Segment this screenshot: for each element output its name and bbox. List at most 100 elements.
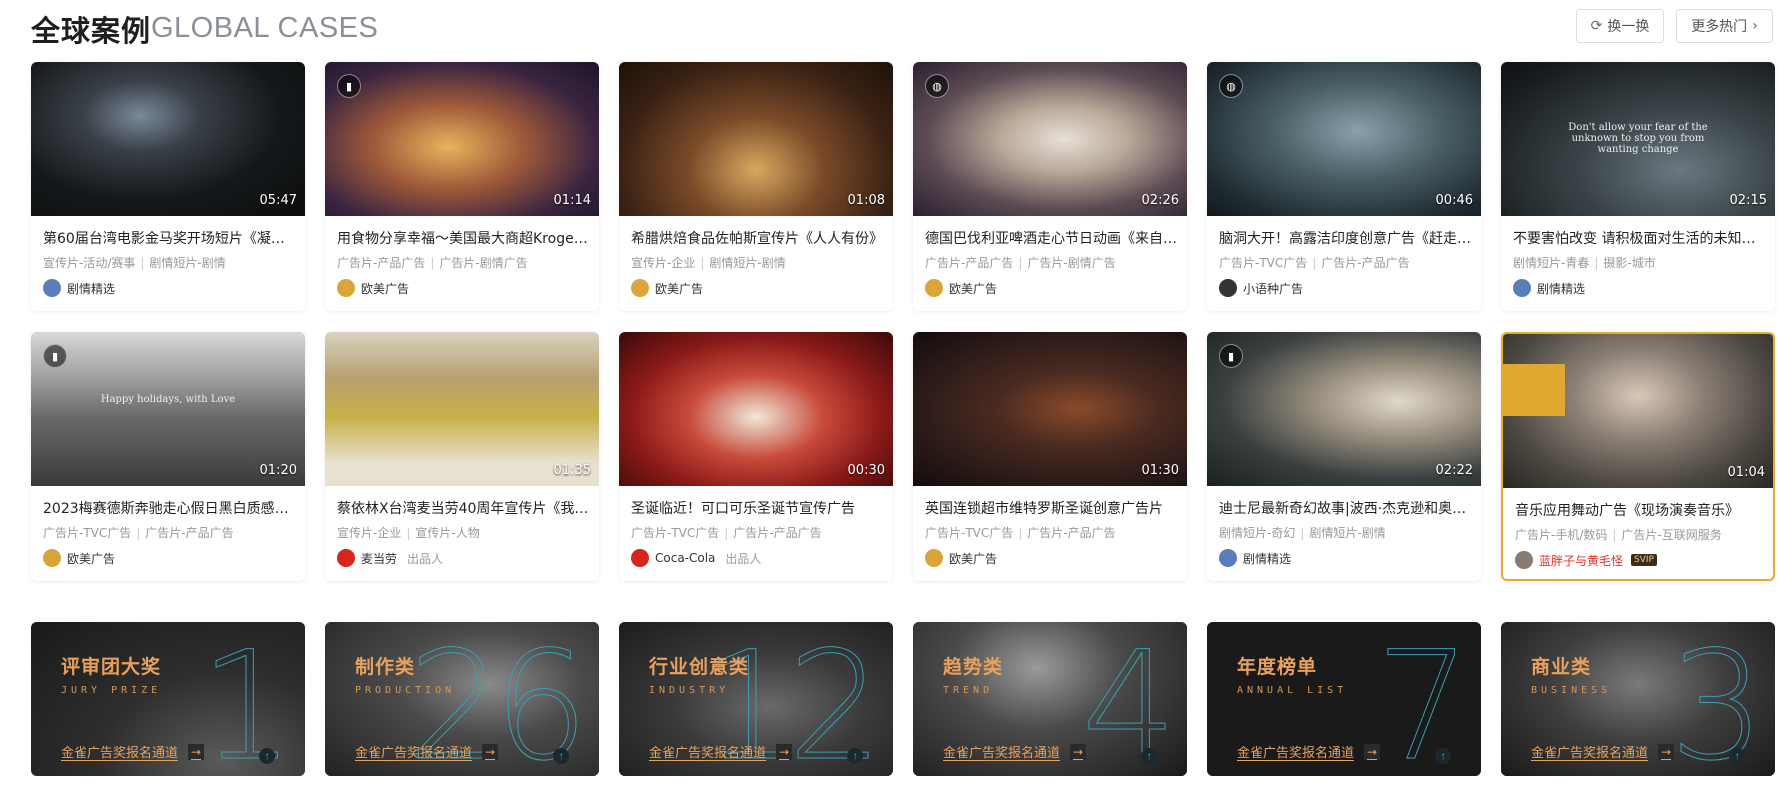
case-author[interactable]: 剧情精选 [1219,548,1291,568]
case-author[interactable]: 欧美广告 [925,278,997,298]
case-title[interactable]: 迪士尼最新奇幻故事|波西·杰克逊和奥林匹亚众神 [1219,498,1471,518]
tag[interactable]: 广告片-剧情广告 [439,256,527,270]
case-author[interactable]: 剧情精选 [43,278,115,298]
arrow-up-icon[interactable]: ↑ [1435,748,1451,764]
tag[interactable]: 剧情短片-剧情 [149,256,225,270]
case-card[interactable]: ▮ Happy holidays, with Love 01:20 2023梅赛… [31,332,305,581]
award-signup-link[interactable]: 金雀广告奖报名通道 → [61,742,205,761]
case-author[interactable]: 欧美广告 [43,548,115,568]
tag[interactable]: 宣传片-企业 [337,526,401,540]
tag[interactable]: 剧情短片-剧情 [709,256,785,270]
arrow-up-icon[interactable]: ↑ [847,748,863,764]
tag[interactable]: 广告片-手机/数码 [1515,528,1607,542]
case-thumbnail[interactable]: ▮ 02:22 [1207,332,1481,486]
case-author[interactable]: 麦当劳 出品人 [337,548,443,568]
case-author[interactable]: 蓝胖子与黄毛怪 SVIP [1515,550,1657,570]
award-card-industry[interactable]: 12 行业创意类 INDUSTRY 金雀广告奖报名通道 → ↑ [619,622,893,776]
arrow-up-icon[interactable]: ↑ [259,748,275,764]
award-signup-link[interactable]: 金雀广告奖报名通道 → [943,742,1087,761]
case-thumbnail[interactable]: ◍ 02:26 [913,62,1187,216]
tag[interactable]: 广告片-互联网服务 [1621,528,1721,542]
case-author[interactable]: Coca-Cola 出品人 [631,548,761,568]
case-thumbnail[interactable]: ◍ 00:46 [1207,62,1481,216]
case-card[interactable]: 01:30 英国连锁超市维特罗斯圣诞创意广告片 广告片-TVC广告 | 广告片-产品… [913,332,1187,581]
case-title[interactable]: 第60届台湾电影金马奖开场短片《凝望光的人》 [43,228,295,248]
case-card[interactable]: Don't allow your fear of the unknown to … [1501,62,1775,311]
case-title[interactable]: 圣诞临近！可口可乐圣诞节宣传广告 [631,498,883,518]
swap-button[interactable]: ⟳ 换一换 [1576,9,1664,43]
award-signup-link[interactable]: 金雀广告奖报名通道 → [355,742,499,761]
case-thumbnail[interactable]: ▮ 01:14 [325,62,599,216]
case-card[interactable]: ▮ 02:22 迪士尼最新奇幻故事|波西·杰克逊和奥林匹亚众神 剧情短片-奇幻|… [1207,332,1481,581]
case-card[interactable]: 01:04 音乐应用舞动广告《现场演奏音乐》 广告片-手机/数码 | 广告片-互联网… [1501,332,1775,581]
case-card[interactable]: 00:30 圣诞临近！可口可乐圣诞节宣传广告 广告片-TVC广告 | 广告片-产品广… [619,332,893,581]
award-signup-link[interactable]: 金雀广告奖报名通道 → [1237,742,1381,761]
tag[interactable]: 宣传片-人物 [415,526,479,540]
case-title[interactable]: 2023梅赛德斯奔驰走心假日黑白质感广告片 [43,498,295,518]
case-title[interactable]: 希腊烘焙食品佐帕斯宣传片《人人有份》 [631,228,883,248]
case-thumbnail[interactable]: 00:30 [619,332,893,486]
case-card[interactable]: 01:35 蔡依林X台湾麦当劳40周年宣传片《我们的麦当劳》 宣传片-企业|宣传… [325,332,599,581]
case-tags: 宣传片-企业 | 剧情短片-剧情 [631,256,786,270]
case-title[interactable]: 脑洞大开！高露洁印度创意广告《赶走噩梦》 [1219,228,1471,248]
tag[interactable]: 摄影-城市 [1603,256,1655,270]
tag[interactable]: 广告片-产品广告 [1321,256,1409,270]
case-card[interactable]: ◍ 00:46 脑洞大开！高露洁印度创意广告《赶走噩梦》 广告片-TVC广告 | 广… [1207,62,1481,311]
case-card[interactable]: ▮ 01:14 用食物分享幸福～美国最大商超Kroger圣诞广告 广告片-产品广… [325,62,599,311]
tag[interactable]: 广告片-产品广告 [145,526,233,540]
case-card[interactable]: 05:47 第60届台湾电影金马奖开场短片《凝望光的人》 宣传片-活动/赛事|剧… [31,62,305,311]
tag[interactable]: 广告片-TVC广告 [925,526,1013,540]
award-card-trend[interactable]: 4 趋势类 TREND 金雀广告奖报名通道 → ↑ [913,622,1187,776]
case-title[interactable]: 用食物分享幸福～美国最大商超Kroger圣诞广告 [337,228,589,248]
tag[interactable]: 广告片-产品广告 [1027,526,1115,540]
bookmark-icon[interactable]: ▮ [337,74,361,98]
case-thumbnail[interactable]: 01:04 [1503,334,1773,488]
author-name: 剧情精选 [1243,551,1292,566]
case-card[interactable]: 01:08 希腊烘焙食品佐帕斯宣传片《人人有份》 宣传片-企业 | 剧情短片-剧情 … [619,62,893,311]
tag[interactable]: 广告片-产品广告 [925,256,1013,270]
tag[interactable]: 剧情短片-青春 [1513,256,1589,270]
case-title[interactable]: 英国连锁超市维特罗斯圣诞创意广告片 [925,498,1177,518]
bookmark-icon[interactable]: ▮ [43,344,67,368]
arrow-up-icon[interactable]: ↑ [1729,748,1745,764]
tag[interactable]: 剧情短片-剧情 [1309,526,1385,540]
arrow-up-icon[interactable]: ↑ [1141,748,1157,764]
tag[interactable]: 宣传片-企业 [631,256,695,270]
case-thumbnail[interactable]: 01:30 [913,332,1187,486]
case-title[interactable]: 蔡依林X台湾麦当劳40周年宣传片《我们的麦当劳》 [337,498,589,518]
case-thumbnail[interactable]: ▮ Happy holidays, with Love 01:20 [31,332,305,486]
case-author[interactable]: 欧美广告 [925,548,997,568]
award-signup-link[interactable]: 金雀广告奖报名通道 → [649,742,793,761]
case-thumbnail[interactable]: 01:35 [325,332,599,486]
case-title[interactable]: 德国巴伐利亚啤酒走心节日动画《来自远方》 [925,228,1177,248]
award-card-business[interactable]: 3 商业类 BUSINESS 金雀广告奖报名通道 → ↑ [1501,622,1775,776]
case-thumbnail[interactable]: Don't allow your fear of the unknown to … [1501,62,1775,216]
case-author[interactable]: 欧美广告 [337,278,409,298]
tag[interactable]: 广告片-TVC广告 [1219,256,1307,270]
bookmark-icon[interactable]: ◍ [925,74,949,98]
case-title[interactable]: 不要害怕改变 请积极面对生活的未知挑战 [1513,228,1765,248]
bookmark-icon[interactable]: ▮ [1219,344,1243,368]
award-signup-link[interactable]: 金雀广告奖报名通道 → [1531,742,1675,761]
award-card-jury[interactable]: 1 评审团大奖 JURY PRIZE 金雀广告奖报名通道 → ↑ [31,622,305,776]
tag[interactable]: 广告片-TVC广告 [43,526,131,540]
more-hot-button[interactable]: 更多热门 › [1676,9,1773,43]
tag[interactable]: 广告片-剧情广告 [1027,256,1115,270]
award-card-annual[interactable]: 7 年度榜单 ANNUAL LIST 金雀广告奖报名通道 → ↑ [1207,622,1481,776]
tag[interactable]: 广告片-产品广告 [337,256,425,270]
case-author[interactable]: 剧情精选 [1513,278,1585,298]
case-thumbnail[interactable]: 01:08 [619,62,893,216]
case-title[interactable]: 音乐应用舞动广告《现场演奏音乐》 [1515,500,1767,520]
award-card-production[interactable]: 26 制作类 PRODUCTION 金雀广告奖报名通道 → ↑ [325,622,599,776]
case-author[interactable]: 欧美广告 [631,278,703,298]
case-author[interactable]: 小语种广告 [1219,278,1303,298]
tag[interactable]: 剧情短片-奇幻 [1219,526,1295,540]
case-thumbnail[interactable]: 05:47 [31,62,305,216]
bookmark-icon[interactable]: ◍ [1219,74,1243,98]
tag[interactable]: 宣传片-活动/赛事 [43,256,135,270]
author-role: 出品人 [725,551,762,566]
case-card[interactable]: ◍ 02:26 德国巴伐利亚啤酒走心节日动画《来自远方》 广告片-产品广告 | 广告… [913,62,1187,311]
tag[interactable]: 广告片-TVC广告 [631,526,719,540]
arrow-up-icon[interactable]: ↑ [553,748,569,764]
tag[interactable]: 广告片-产品广告 [733,526,821,540]
